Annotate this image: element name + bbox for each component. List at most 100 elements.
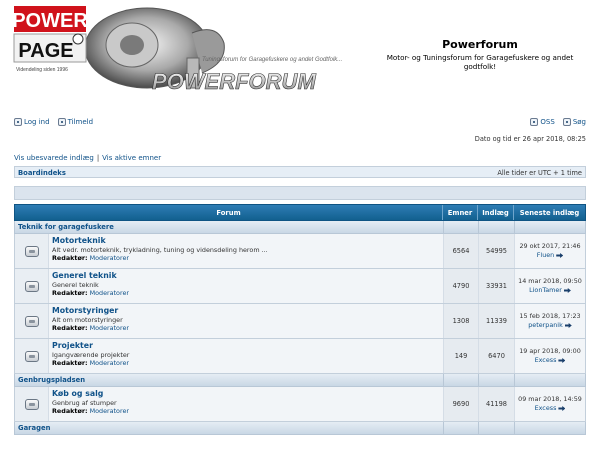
forum-name[interactable]: Generel teknik — [52, 271, 129, 281]
unanswered-posts-link[interactable]: Vis ubesvarede indlæg — [14, 154, 94, 162]
category-cell — [478, 422, 514, 434]
moderator-label: Redaktør: — [52, 407, 88, 416]
last-post-date: 29 okt 2017, 21:46 — [519, 242, 581, 250]
forum-moderators: Redaktør: Moderatorer — [52, 324, 129, 333]
category-cell — [443, 221, 478, 233]
current-datetime: Dato og tid er 26 apr 2018, 08:25 — [474, 135, 586, 143]
category-cell — [443, 422, 478, 434]
category-row: Genbrugspladsen — [14, 374, 586, 387]
forum-name[interactable]: Projekter — [52, 341, 129, 351]
topic-count: 149 — [443, 339, 478, 373]
search-icon — [562, 118, 571, 126]
last-post-date: 09 mar 2018, 14:59 — [518, 395, 582, 403]
logo-power-text: POWER — [12, 10, 88, 32]
moderator-label: Redaktør: — [52, 289, 88, 298]
search-label: Søg — [572, 118, 586, 126]
topic-count: 9690 — [443, 387, 478, 421]
forum-moderators: Redaktør: Moderatorer — [52, 254, 268, 263]
timezone-info: Alle tider er UTC + 1 time — [497, 168, 582, 177]
login-label: Log ind — [24, 118, 50, 126]
goto-last-post-icon[interactable] — [558, 358, 566, 363]
forum-row: Projekter Igangværende projekter Redaktø… — [14, 339, 586, 374]
moderator-link[interactable]: Moderatorer — [90, 289, 129, 297]
goto-last-post-icon[interactable] — [563, 288, 571, 293]
moderator-label: Redaktør: — [52, 324, 88, 333]
breadcrumb: Boardindeks Alle tider er UTC + 1 time — [14, 166, 586, 178]
moderator-link[interactable]: Moderatorer — [90, 324, 129, 332]
active-topics-link[interactable]: Vis aktive emner — [102, 154, 161, 162]
logo-since-text: Videndeling siden 1996 — [16, 67, 68, 73]
category-row: Teknik for garagefuskere — [14, 221, 586, 234]
forum-moderators: Redaktør: Moderatorer — [52, 359, 129, 368]
faq-label: OSS — [540, 118, 555, 126]
category-cell — [514, 422, 585, 434]
moderator-label: Redaktør: — [52, 254, 88, 263]
last-post: 14 mar 2018, 09:50 LionTamer — [514, 269, 585, 303]
forum-name[interactable]: Køb og salg — [52, 389, 129, 399]
last-post-date: 15 feb 2018, 17:23 — [519, 312, 581, 320]
forum-description: Generel teknik — [52, 280, 99, 289]
forum-name[interactable]: Motorstyringer — [52, 306, 129, 316]
breadcrumb-board-index[interactable]: Boardindeks — [18, 169, 66, 177]
header-topics: Emner — [443, 205, 478, 220]
post-count: 54995 — [478, 234, 514, 268]
last-post-user[interactable]: Excess — [535, 356, 557, 365]
spacer-bar — [14, 186, 586, 200]
table-header: Forum Emner Indlæg Seneste indlæg — [14, 204, 586, 221]
category-cell — [514, 221, 585, 233]
key-icon — [14, 118, 22, 126]
forum-row: Køb og salg Genbrug af stumper Redaktør:… — [14, 387, 586, 422]
forum-description: Genbrug af stumper — [52, 398, 117, 407]
forum-folder-icon — [24, 245, 39, 257]
last-post-date: 19 apr 2018, 09:00 — [519, 347, 581, 355]
logo-tagline-text: Tuningsforum for Garagefuskere og andet … — [202, 57, 342, 63]
category-row: Garagen — [14, 422, 586, 435]
faq-link[interactable]: OSS — [530, 118, 555, 126]
moderator-link[interactable]: Moderatorer — [90, 359, 129, 367]
category-name[interactable]: Teknik for garagefuskere — [15, 221, 443, 233]
forum-row: Motorteknik Alt vedr. motorteknik, trykl… — [14, 234, 586, 269]
forum-row: Generel teknik Generel teknik Redaktør: … — [14, 269, 586, 304]
forum-row: Motorstyringer Alt om motorstyringer Red… — [14, 304, 586, 339]
moderator-label: Redaktør: — [52, 359, 88, 368]
last-post-user[interactable]: Fluen — [537, 251, 554, 260]
header-posts: Indlæg — [478, 205, 514, 220]
register-label: Tilmeld — [67, 118, 94, 126]
category-name[interactable]: Genbrugspladsen — [15, 374, 443, 386]
category-cell — [443, 374, 478, 386]
goto-last-post-icon[interactable] — [564, 323, 572, 328]
last-post: 19 apr 2018, 09:00 Excess — [514, 339, 585, 373]
category-cell — [514, 374, 585, 386]
forum-name[interactable]: Motorteknik — [52, 236, 268, 246]
forum-table: Forum Emner Indlæg Seneste indlæg Teknik… — [14, 204, 586, 435]
category-cell — [478, 374, 514, 386]
moderator-link[interactable]: Moderatorer — [90, 407, 129, 415]
forum-folder-icon — [24, 398, 39, 410]
last-post-user[interactable]: Excess — [535, 404, 557, 413]
top-navigation: Log ind Tilmeld OSS Søg — [14, 118, 586, 130]
last-post-user[interactable]: LionTamer — [529, 286, 562, 295]
register-link[interactable]: Tilmeld — [57, 118, 94, 126]
moderator-link[interactable]: Moderatorer — [90, 254, 129, 262]
link-separator: | — [96, 154, 100, 162]
last-post-user[interactable]: peterpanik — [528, 321, 563, 330]
topic-count: 1308 — [443, 304, 478, 338]
site-description: Motor- og Tuningsforum for Garagefuskere… — [386, 53, 574, 71]
forum-description: Alt vedr. motorteknik, trykladning, tuni… — [52, 245, 268, 254]
site-logo[interactable]: POWER PAGE Videndeling siden 1996 Tuning… — [12, 3, 372, 103]
site-header: POWER PAGE Videndeling siden 1996 Tuning… — [0, 0, 600, 110]
post-count: 11339 — [478, 304, 514, 338]
forum-folder-icon — [24, 315, 39, 327]
category-cell — [478, 221, 514, 233]
goto-last-post-icon[interactable] — [556, 253, 564, 258]
search-link[interactable]: Søg — [562, 118, 586, 126]
last-post: 09 mar 2018, 14:59 Excess — [514, 387, 585, 421]
topic-count: 6564 — [443, 234, 478, 268]
forum-folder-icon — [24, 280, 39, 292]
forum-moderators: Redaktør: Moderatorer — [52, 289, 129, 298]
post-count: 6470 — [478, 339, 514, 373]
login-link[interactable]: Log ind — [14, 118, 50, 126]
category-name[interactable]: Garagen — [15, 422, 443, 434]
forum-description: Igangværende projekter — [52, 350, 130, 359]
goto-last-post-icon[interactable] — [558, 406, 566, 411]
